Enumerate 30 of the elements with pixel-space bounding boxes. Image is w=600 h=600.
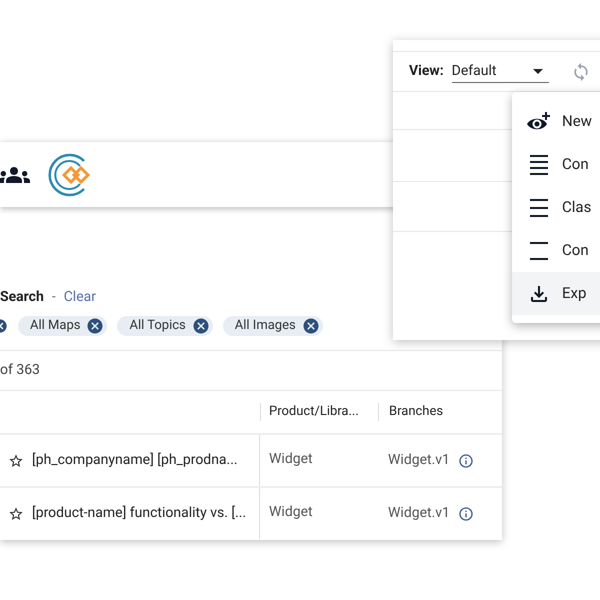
- menu-item[interactable]: Exp: [512, 272, 600, 315]
- view-select[interactable]: Default: [452, 60, 549, 82]
- close-icon[interactable]: [86, 317, 104, 335]
- filter-chip[interactable]: All Maps: [18, 316, 108, 336]
- column-header[interactable]: Branches: [389, 402, 444, 422]
- info-icon[interactable]: [458, 452, 474, 468]
- separator-text: -: [52, 288, 56, 307]
- search-label: Search: [0, 288, 44, 307]
- result-count: of 363: [0, 361, 40, 380]
- chip-label: All Maps: [30, 317, 80, 336]
- compact-lines-icon: [527, 152, 551, 176]
- product-cell: Widget: [269, 504, 313, 520]
- close-icon[interactable]: [192, 317, 210, 335]
- chip-label: All Topics: [129, 317, 186, 336]
- filter-chip[interactable]: All Topics: [117, 316, 213, 336]
- star-icon[interactable]: [8, 452, 24, 468]
- view-label: View:: [409, 62, 444, 81]
- star-icon[interactable]: [8, 506, 24, 522]
- caret-icon: [532, 68, 543, 74]
- filter-chip[interactable]: All Images: [222, 316, 323, 336]
- chip-label: All Images: [234, 317, 296, 336]
- column-header[interactable]: Product/Libra...: [269, 402, 359, 422]
- close-icon[interactable]: [302, 317, 320, 335]
- branch-cell-text: Widget.v1: [388, 504, 450, 523]
- info-icon[interactable]: [458, 506, 474, 522]
- product-cell: Widget: [269, 451, 313, 467]
- title-cell[interactable]: [product-name] functionality vs. [...: [32, 503, 246, 524]
- branch-cell-text: Widget.v1: [388, 451, 450, 470]
- clear-link[interactable]: Clear: [64, 287, 96, 308]
- title-cell[interactable]: [ph_companyname] [ph_prodna...: [32, 450, 238, 471]
